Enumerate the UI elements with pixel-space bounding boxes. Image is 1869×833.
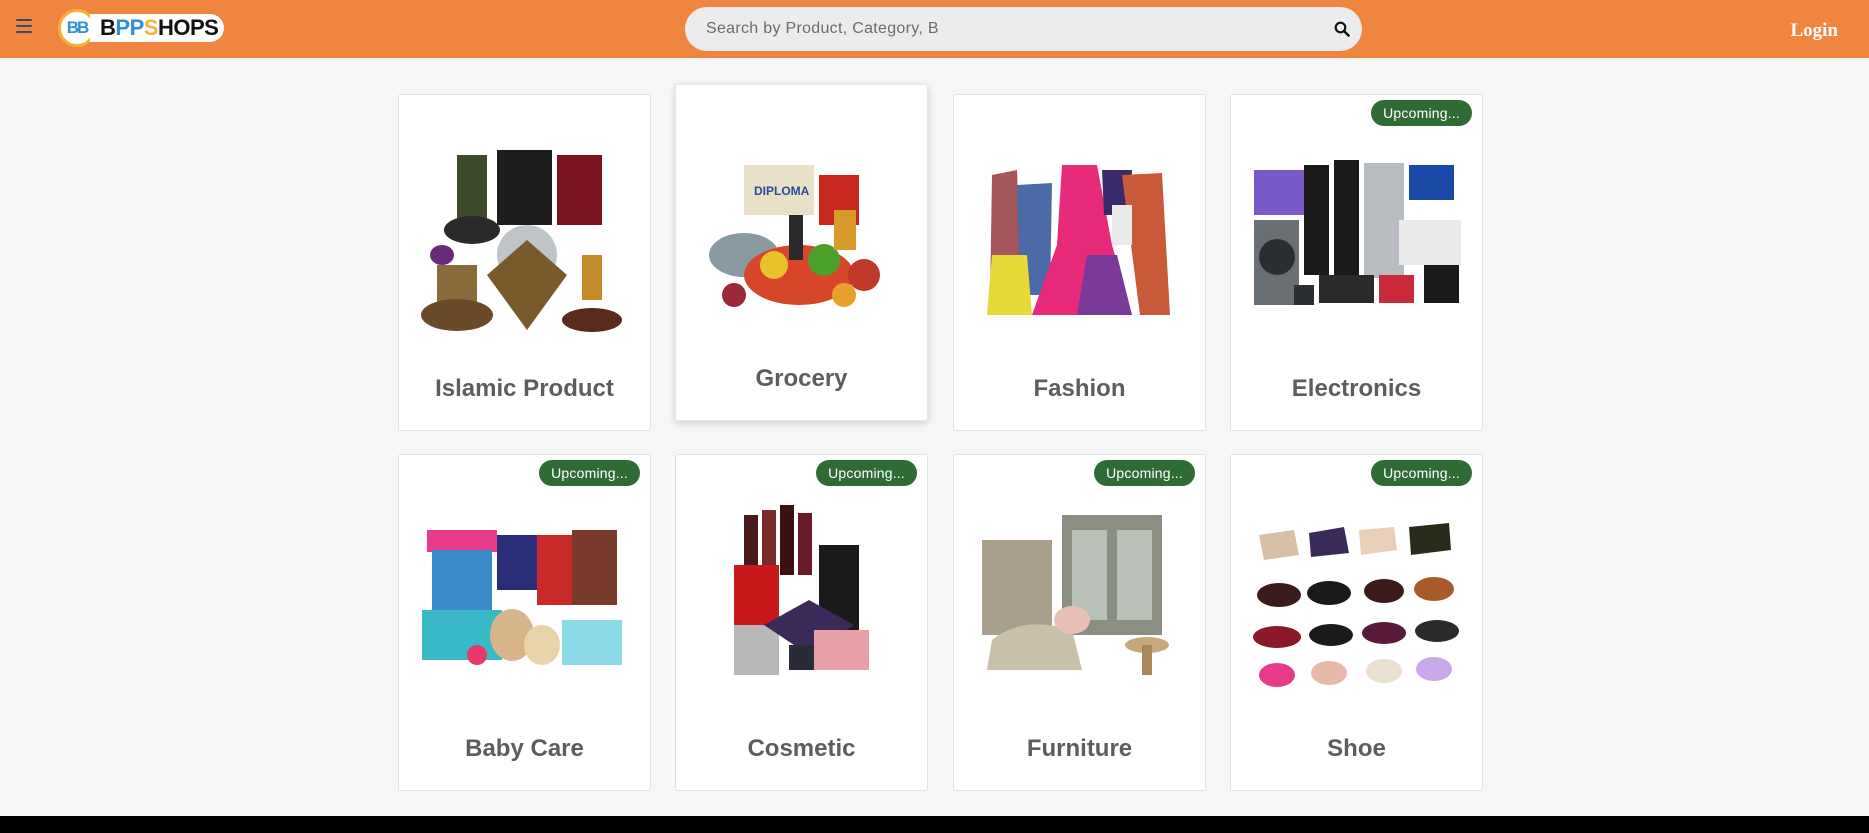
category-title: Cosmetic <box>747 735 856 762</box>
category-title: Furniture <box>1026 735 1133 762</box>
top-header: BB BPPSHOPS Login <box>0 0 1869 58</box>
footer-bar <box>0 816 1869 833</box>
category-title: Islamic Product <box>435 375 614 402</box>
upcoming-badge: Upcoming... <box>539 460 640 486</box>
islamic-product-image <box>417 145 634 345</box>
category-card-furniture[interactable]: Upcoming... Furniture <box>953 454 1206 791</box>
login-link[interactable]: Login <box>1790 20 1838 42</box>
electronics-image <box>1249 145 1466 345</box>
category-card-grocery[interactable]: DIPLOMA Grocery <box>675 84 928 421</box>
hamburger-menu-icon[interactable] <box>16 19 32 33</box>
grocery-image: DIPLOMA <box>694 135 911 335</box>
upcoming-badge: Upcoming... <box>816 460 917 486</box>
search-bar <box>685 7 1362 51</box>
category-title: Shoe <box>1327 735 1386 762</box>
category-title: Electronics <box>1291 375 1422 402</box>
upcoming-badge: Upcoming... <box>1094 460 1195 486</box>
fashion-image <box>972 145 1189 345</box>
logo-wordmark: B PP S HOPS <box>90 14 225 42</box>
upcoming-badge: Upcoming... <box>1371 100 1472 126</box>
category-title: Fashion <box>1033 375 1126 402</box>
category-card-islamic-product[interactable]: Islamic Product <box>398 94 651 431</box>
category-card-shoe[interactable]: Upcoming... Shoe <box>1230 454 1483 791</box>
svg-text:DIPLOMA: DIPLOMA <box>754 184 810 198</box>
search-icon[interactable] <box>1322 7 1362 51</box>
category-title: Baby Care <box>465 735 584 762</box>
category-title: Grocery <box>755 365 848 392</box>
baby-care-image <box>417 505 634 705</box>
search-input[interactable] <box>685 7 1322 51</box>
category-card-baby-care[interactable]: Upcoming... Baby Care <box>398 454 651 791</box>
category-card-electronics[interactable]: Upcoming... Electronics <box>1230 94 1483 431</box>
category-card-cosmetic[interactable]: Upcoming... Cosmetic <box>675 454 928 791</box>
upcoming-badge: Upcoming... <box>1371 460 1472 486</box>
category-card-fashion[interactable]: Fashion <box>953 94 1206 431</box>
cosmetic-image <box>694 505 911 705</box>
shoe-image <box>1249 505 1466 705</box>
furniture-image <box>972 505 1189 705</box>
bppshops-logo[interactable]: BB B PP S HOPS <box>58 9 226 47</box>
